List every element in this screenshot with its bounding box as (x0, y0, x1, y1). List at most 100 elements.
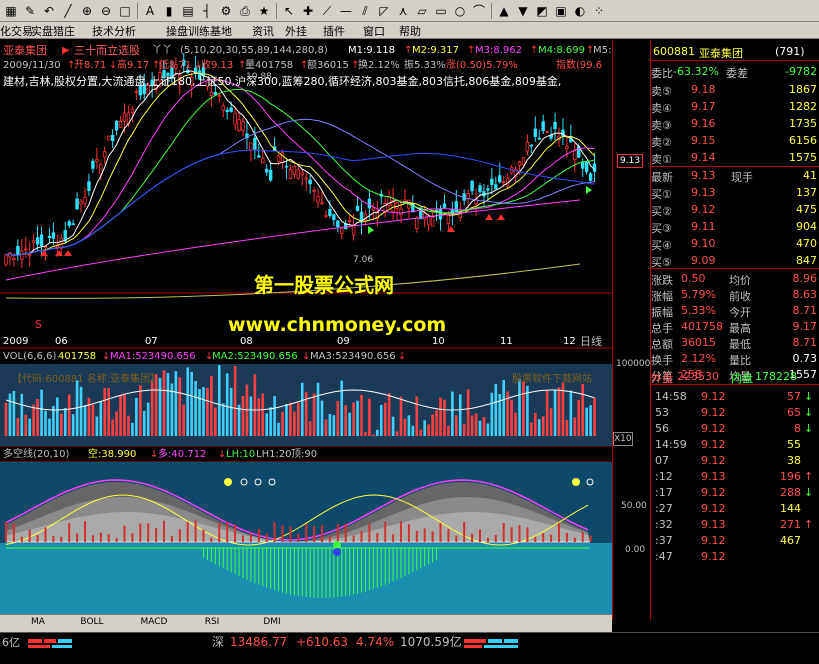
volume-bar (95, 416, 99, 436)
menu-hunt[interactable]: 实盘猎庄 (31, 23, 75, 39)
volume-bar (344, 405, 347, 436)
tick-row: :32 9.13 271 ↑ (651, 517, 819, 533)
candle-body (225, 109, 229, 113)
menu-news[interactable]: 资讯 (252, 23, 274, 39)
tab-dmi[interactable]: DMI (242, 617, 302, 627)
volume-bar (119, 395, 122, 436)
volume-bar (573, 417, 577, 436)
indicator-bar (447, 528, 450, 542)
volume-bar (52, 406, 55, 436)
price-axis: 9.13 100000 X10 50.00 0.00 (612, 40, 650, 620)
vol-ma2: MA2:523490.656 (212, 351, 298, 362)
status-bar: 6亿 深 13486.77 +610.63 4.74% 1070.59亿 (0, 632, 819, 664)
volume-bar (40, 389, 43, 436)
indicator-bar (210, 537, 213, 542)
ask-label: 卖① (651, 153, 672, 166)
print-icon[interactable]: ⎙ (237, 3, 253, 19)
menu-help[interactable]: 帮助 (399, 23, 421, 39)
volume-bar (537, 419, 541, 436)
weibi-value: -63.32% (673, 65, 719, 78)
square-icon[interactable]: □ (117, 3, 133, 19)
menu-window[interactable]: 窗口 (363, 23, 385, 39)
candle-body (264, 168, 269, 173)
parallel-icon[interactable]: ⫽ (357, 3, 373, 19)
eraser-icon[interactable]: ◩ (534, 3, 550, 19)
color-dots-icon[interactable]: ⁘ (591, 3, 607, 19)
segment-icon[interactable]: — (338, 3, 354, 19)
menu-plugins[interactable]: 插件 (323, 23, 345, 39)
arrow-up-icon[interactable]: ▲ (496, 3, 512, 19)
indicator-bar (510, 527, 513, 542)
inout-row: 外盘 223530 内盘 178228 (651, 369, 819, 385)
bar-icon[interactable]: ▮ (161, 3, 177, 19)
cross-icon[interactable]: ✚ (300, 3, 316, 19)
x-tick-08: 08 (240, 336, 253, 347)
pitch-icon[interactable]: ⋏ (395, 3, 411, 19)
tab-boll[interactable]: BOLL (62, 617, 122, 627)
ruler-icon[interactable]: ┤ (199, 3, 215, 19)
menu-quant-trade[interactable]: 化交易 (0, 23, 33, 39)
fan-icon[interactable]: ◸ (376, 3, 392, 19)
rect-icon[interactable]: ▭ (433, 3, 449, 19)
bid-label: 买② (651, 205, 672, 218)
tick-row: :12 9.13 196 ↑ (651, 469, 819, 485)
volume-bar (458, 394, 462, 436)
period-label[interactable]: 日线 (580, 336, 602, 348)
lock-icon[interactable]: ▣ (553, 3, 569, 19)
grid-icon[interactable]: ▦ (3, 3, 19, 19)
stat-label: 振幅 (651, 306, 673, 319)
palette-icon[interactable]: ◐ (572, 3, 588, 19)
zoom-out-icon[interactable]: ⊖ (98, 3, 114, 19)
candle-body (95, 159, 99, 162)
gear-icon[interactable]: ⚙ (218, 3, 234, 19)
status-bar-red-1 (28, 639, 42, 643)
stat-value: 0.73 (792, 352, 818, 365)
indicator-bar (400, 521, 402, 542)
chart-area[interactable]: 亚泰集团 ▶ 三十而立选股 丫丫 (5,10,20,30,55,89,144,2… (0, 40, 612, 620)
ask-label: 卖③ (651, 119, 672, 132)
status-bar-red-2 (44, 639, 56, 643)
menu-training[interactable]: 操盘训练基地 (166, 23, 232, 39)
indicator-bar (123, 525, 126, 542)
volume-bar (182, 404, 186, 436)
volume-bar (150, 380, 154, 436)
menu-plugin-ext[interactable]: 外挂 (285, 23, 307, 39)
tick-time: 56 (655, 422, 669, 435)
title-arrow-icon: ▶ (62, 45, 70, 56)
volume-bar (221, 403, 225, 436)
volume-bar (225, 373, 229, 436)
tab-ma[interactable]: MA (8, 617, 68, 627)
ask-label: 卖⑤ (651, 85, 672, 98)
channel-icon[interactable]: ▱ (414, 3, 430, 19)
candle-body (430, 216, 435, 227)
tab-macd[interactable]: MACD (124, 617, 184, 627)
arc-icon[interactable]: ⌒ (471, 3, 487, 19)
quote-panel: 600881 亚泰集团 (791) 委比 -63.32% 委差 -9782 卖⑤ 9.18 186… (650, 40, 819, 620)
menu-technical[interactable]: 技术分析 (92, 23, 136, 39)
line-icon[interactable]: ╱ (60, 3, 76, 19)
volume-bar (190, 371, 193, 436)
zoom-in-icon[interactable]: ⊕ (79, 3, 95, 19)
volume-bar (210, 375, 213, 436)
formula-yy: 丫丫 (152, 45, 172, 56)
volume-bar (340, 380, 344, 436)
volume-bar (431, 414, 434, 436)
vol-axis-unit: X10 (613, 432, 633, 446)
volume-bar (364, 431, 367, 436)
stat-value: 401758 (681, 320, 723, 333)
circle-icon[interactable]: ○ (452, 3, 468, 19)
arrow-down-icon[interactable]: ▼ (515, 3, 531, 19)
sell-signal-icon (368, 226, 374, 234)
cursor-icon[interactable]: ↖ (281, 3, 297, 19)
tab-rsi[interactable]: RSI (182, 617, 242, 627)
ray-icon[interactable]: ⟋ (319, 3, 335, 19)
volume-bar (387, 393, 391, 436)
candle-body (304, 177, 308, 180)
star-icon[interactable]: ★ (256, 3, 272, 19)
back-icon[interactable]: ↶ (41, 3, 57, 19)
text-icon[interactable]: A (142, 3, 158, 19)
pencil-icon[interactable]: ✎ (22, 3, 38, 19)
chart-icon[interactable]: ▤ (180, 3, 196, 19)
bid-row: 买② 9.12 475 (651, 202, 819, 218)
volume-bar (257, 398, 261, 436)
